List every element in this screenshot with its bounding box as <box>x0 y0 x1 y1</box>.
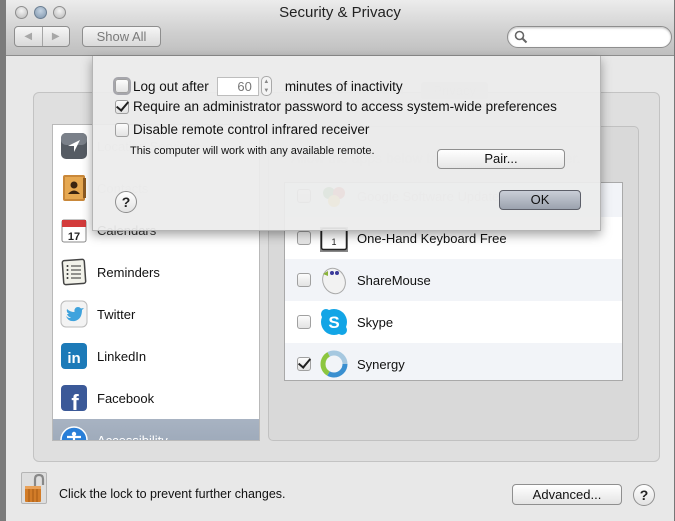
unlocked-padlock-icon <box>25 473 45 502</box>
app-row-sharemouse: ShareMouse <box>285 259 622 301</box>
stepper-down-icon[interactable]: ▼ <box>263 88 269 94</box>
app-name: One-Hand Keyboard Free <box>357 230 507 246</box>
contacts-book-icon <box>63 175 86 201</box>
twitter-bird-icon <box>60 300 88 328</box>
svg-text:in: in <box>67 350 80 367</box>
search-icon <box>514 30 528 44</box>
app-row-skype: S Skype <box>285 301 622 343</box>
chevron-right-icon: ▶ <box>51 31 60 42</box>
back-button[interactable]: ◀ <box>15 27 43 46</box>
bottom-bar: Click the lock to prevent further change… <box>6 468 674 521</box>
logout-option: Log out after ▲ ▼ minutes of inactivity <box>115 76 403 96</box>
require-admin-checkbox[interactable] <box>115 99 129 114</box>
sidebar-item-label: Facebook <box>97 390 155 406</box>
lock-status-text: Click the lock to prevent further change… <box>59 487 286 501</box>
location-arrow-icon <box>61 133 87 159</box>
svg-text:f: f <box>71 390 79 412</box>
back-forward-control: ◀ ▶ <box>14 26 70 47</box>
ir-remote-note: This computer will work with any availab… <box>130 145 375 157</box>
sidebar-item-label: Accessibility <box>97 432 168 441</box>
sidebar-item-accessibility[interactable]: Accessibility <box>53 419 259 441</box>
security-privacy-window: Security & Privacy ◀ ▶ Show All FileVaul… <box>0 0 675 521</box>
logout-label-before: Log out after <box>133 78 209 94</box>
app-checkbox[interactable] <box>297 231 311 245</box>
stepper-up-icon[interactable]: ▲ <box>263 79 269 85</box>
logout-checkbox[interactable] <box>115 79 129 93</box>
toolbar: Security & Privacy ◀ ▶ Show All <box>6 0 674 56</box>
sidebar-item-linkedin[interactable]: in LinkedIn <box>53 335 259 377</box>
sheet-help-button[interactable]: ? <box>115 191 137 213</box>
show-all-button[interactable]: Show All <box>82 26 161 47</box>
sidebar-item-label: Reminders <box>97 264 160 280</box>
sidebar-item-twitter[interactable]: Twitter <box>53 293 259 335</box>
app-name: Skype <box>357 314 394 330</box>
sidebar-item-label: Twitter <box>97 306 136 322</box>
app-name: Synergy <box>357 356 405 372</box>
chevron-left-icon: ◀ <box>24 31 33 42</box>
search-input[interactable] <box>530 28 665 46</box>
sidebar-item-facebook[interactable]: f Facebook <box>53 377 259 419</box>
window-title: Security & Privacy <box>279 4 401 21</box>
reminders-list-icon <box>61 258 87 286</box>
help-button[interactable]: ? <box>633 484 655 506</box>
logout-minutes-field[interactable] <box>216 76 259 96</box>
disable-ir-checkbox[interactable] <box>115 122 129 137</box>
disable-ir-option: Disable remote control infrared receiver <box>115 122 369 137</box>
svg-text:17: 17 <box>68 231 80 243</box>
require-admin-option: Require an administrator password to acc… <box>115 99 557 114</box>
disable-ir-label: Disable remote control infrared receiver <box>133 122 370 137</box>
sidebar-item-label: LinkedIn <box>97 348 147 364</box>
calendar-icon: 17 <box>61 219 87 243</box>
app-checkbox[interactable] <box>297 357 311 371</box>
forward-button[interactable]: ▶ <box>43 27 70 46</box>
logout-label-after: minutes of inactivity <box>284 78 403 94</box>
synergy-ring-icon <box>320 350 348 378</box>
facebook-icon: f <box>61 385 87 412</box>
accessibility-icon <box>60 426 88 440</box>
sharemouse-icon <box>322 267 346 295</box>
app-checkbox[interactable] <box>297 315 311 329</box>
sidebar-item-reminders[interactable]: Reminders <box>53 251 259 293</box>
advanced-button[interactable]: Advanced... <box>512 484 622 505</box>
search-field[interactable] <box>507 26 672 48</box>
ok-button[interactable]: OK <box>499 190 581 210</box>
svg-text:1: 1 <box>331 237 336 247</box>
advanced-sheet: Log out after ▲ ▼ minutes of inactivity … <box>92 56 601 231</box>
app-row-synergy: Synergy <box>285 343 622 380</box>
lock-button[interactable] <box>21 472 47 504</box>
linkedin-icon: in <box>61 343 87 369</box>
pair-button[interactable]: Pair... <box>437 149 565 169</box>
svg-text:S: S <box>328 313 339 332</box>
minutes-stepper[interactable]: ▲ ▼ <box>260 76 272 96</box>
require-admin-label: Require an administrator password to acc… <box>133 99 557 114</box>
app-checkbox[interactable] <box>297 273 311 287</box>
app-name: ShareMouse <box>357 272 431 288</box>
skype-icon: S <box>321 309 347 335</box>
